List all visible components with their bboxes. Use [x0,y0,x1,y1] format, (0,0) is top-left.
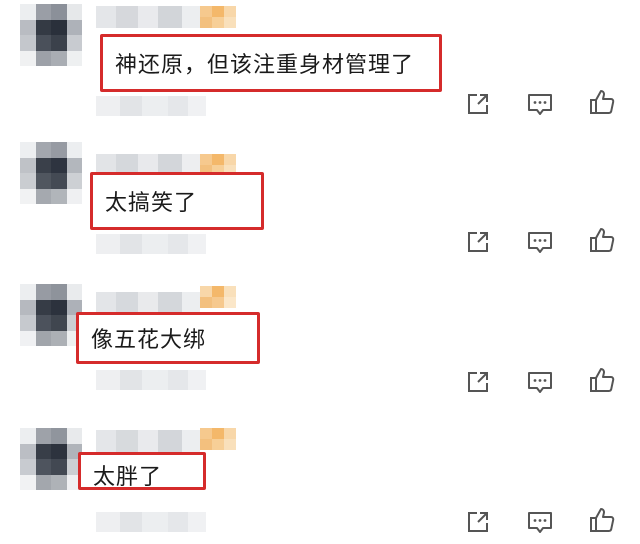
like-icon[interactable] [588,226,616,254]
highlighted-comment-box: 像五花大绑 [76,312,260,364]
like-icon[interactable] [588,506,616,534]
vip-badge [200,428,236,450]
reply-icon[interactable] [526,228,554,256]
highlighted-comment-box: 太搞笑了 [90,172,264,230]
like-icon[interactable] [588,88,616,116]
comment-item: 神还原，但该注重身材管理了 [0,0,640,136]
share-icon[interactable] [464,368,492,396]
comment-text: 神还原，但该注重身材管理了 [115,53,415,78]
like-icon[interactable] [588,366,616,394]
vip-badge [200,6,236,28]
username[interactable] [96,292,200,314]
comment-text: 太搞笑了 [105,191,198,216]
comment-item: 太搞笑了 [0,136,640,272]
share-icon[interactable] [464,228,492,256]
comment-time [96,370,206,390]
reply-icon[interactable] [526,368,554,396]
comment-item: 像五花大绑 [0,272,640,408]
comment-time [96,96,206,116]
comment-item: 太胖了 [0,408,640,544]
comment-text: 太胖了 [93,464,163,490]
avatar[interactable] [20,4,82,66]
share-icon[interactable] [464,508,492,536]
highlighted-comment-box: 神还原，但该注重身材管理了 [100,34,442,92]
vip-badge [200,286,236,308]
avatar[interactable] [20,284,82,346]
reply-icon[interactable] [526,508,554,536]
comment-text: 像五花大绑 [91,328,207,353]
comment-time [96,512,206,532]
username[interactable] [96,6,200,28]
reply-icon[interactable] [526,90,554,118]
username[interactable] [96,430,200,452]
highlighted-comment-box: 太胖了 [78,452,206,490]
comment-time [96,234,206,254]
avatar[interactable] [20,428,82,490]
share-icon[interactable] [464,90,492,118]
avatar[interactable] [20,142,82,204]
